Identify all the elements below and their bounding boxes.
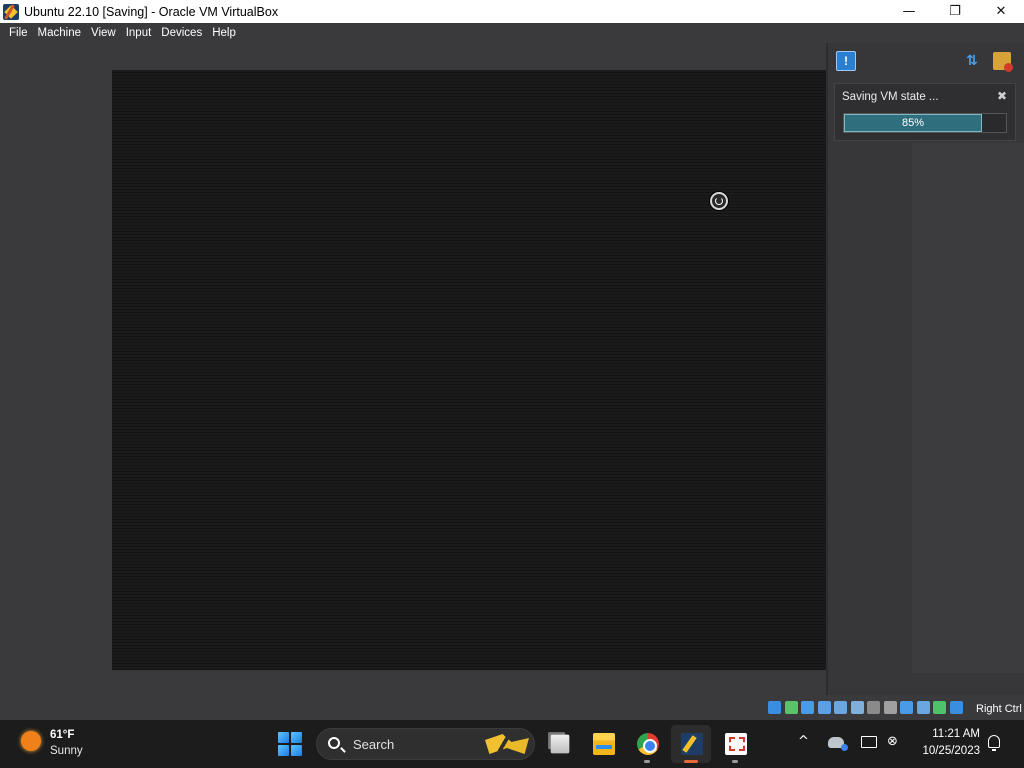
menubar: File Machine View Input Devices Help: [0, 23, 1024, 42]
weather-sun-icon[interactable]: [21, 731, 41, 751]
maximize-button[interactable]: ❐: [932, 0, 978, 23]
save-progress-bar: 85%: [843, 113, 1007, 133]
notifications-bell-icon[interactable]: [988, 735, 1000, 751]
taskbar-file-explorer[interactable]: [583, 725, 623, 763]
window-controls: — ❐ ✕: [886, 0, 1024, 23]
vm-display[interactable]: [112, 70, 826, 670]
statusbar-icons: [768, 701, 966, 714]
notification-close-icon[interactable]: ✖: [997, 89, 1007, 103]
windows-logo-pane: [278, 732, 289, 743]
busy-spinner-icon: [710, 192, 728, 210]
network-disconnected-icon[interactable]: ⊗: [887, 734, 898, 749]
search-label: Search: [353, 737, 395, 752]
notification-center-strip: [912, 143, 1024, 673]
clock-date[interactable]: 10/25/2023: [912, 745, 980, 757]
shared-folders-icon[interactable]: [834, 701, 847, 714]
vt-x-icon[interactable]: [916, 701, 930, 714]
show-hidden-icons-chevron-icon[interactable]: ^: [798, 734, 809, 749]
virtualbox-icon: [681, 733, 703, 755]
notification-text: Saving VM state ...: [842, 91, 939, 103]
chrome-icon: [637, 733, 659, 755]
window-titlebar: Ubuntu 22.10 [Saving] - Oracle VM Virtua…: [0, 0, 1024, 23]
file-explorer-icon: [593, 733, 615, 755]
notification-center: ! ⇅ Saving VM state ... ✖ 85%: [826, 43, 1024, 695]
taskbar-snipping-tool[interactable]: [715, 725, 755, 763]
taskbar-chrome[interactable]: [627, 725, 667, 763]
sort-icon[interactable]: ⇅: [963, 52, 981, 70]
menu-input[interactable]: Input: [121, 27, 157, 39]
notification-card: Saving VM state ... ✖ 85%: [834, 83, 1016, 141]
optical-drive-icon[interactable]: [768, 701, 781, 714]
running-indicator: [732, 760, 738, 763]
start-button[interactable]: [278, 732, 302, 756]
usb-icon[interactable]: [817, 701, 831, 714]
window-title: Ubuntu 22.10 [Saving] - Oracle VM Virtua…: [24, 4, 279, 19]
keyboard-capture-icon[interactable]: [949, 701, 963, 714]
display-tray-icon[interactable]: [861, 736, 877, 748]
network-icon[interactable]: [801, 701, 814, 714]
menu-help[interactable]: Help: [207, 27, 241, 39]
snipping-tool-icon: [725, 733, 747, 755]
clear-notifications-icon[interactable]: [993, 52, 1013, 72]
weather-description[interactable]: Sunny: [50, 745, 83, 757]
active-indicator: [684, 760, 698, 763]
taskbar-virtualbox[interactable]: [671, 725, 711, 763]
weather-temperature[interactable]: 61°F: [50, 729, 74, 741]
taskbar-search[interactable]: Search: [316, 728, 535, 760]
search-icon: [328, 737, 340, 749]
audio-icon[interactable]: [784, 701, 798, 714]
search-highlight-icon: [485, 734, 529, 754]
progress-label: 85%: [901, 117, 925, 129]
display-icon[interactable]: [900, 701, 913, 714]
video-capture-icon[interactable]: [883, 701, 897, 714]
windows-logo-pane: [291, 732, 302, 743]
running-indicator: [644, 760, 650, 763]
host-key-label: Right Ctrl: [976, 703, 1022, 715]
screen-capture-icon[interactable]: [867, 701, 880, 714]
menu-view[interactable]: View: [86, 27, 121, 39]
minimize-button[interactable]: —: [886, 0, 932, 23]
menu-file[interactable]: File: [4, 27, 33, 39]
taskbar: 61°F Sunny Search ^ ⊗ 11:21 AM 10/25/202…: [0, 720, 1024, 768]
drag-drop-icon[interactable]: [850, 701, 864, 714]
vm-statusbar: Right Ctrl: [0, 698, 1024, 720]
onedrive-icon[interactable]: [828, 737, 848, 751]
virtualbox-app-icon: [3, 3, 19, 20]
mouse-integration-icon[interactable]: [933, 701, 946, 714]
menu-machine[interactable]: Machine: [33, 27, 86, 39]
windows-logo-pane: [278, 745, 289, 756]
windows-logo-pane: [291, 745, 302, 756]
clock-time[interactable]: 11:21 AM: [912, 728, 980, 740]
notification-pin-icon[interactable]: !: [836, 51, 856, 71]
close-button[interactable]: ✕: [978, 0, 1024, 23]
menu-devices[interactable]: Devices: [156, 27, 207, 39]
taskbar-task-view[interactable]: [539, 725, 579, 763]
task-view-icon: [550, 734, 570, 754]
